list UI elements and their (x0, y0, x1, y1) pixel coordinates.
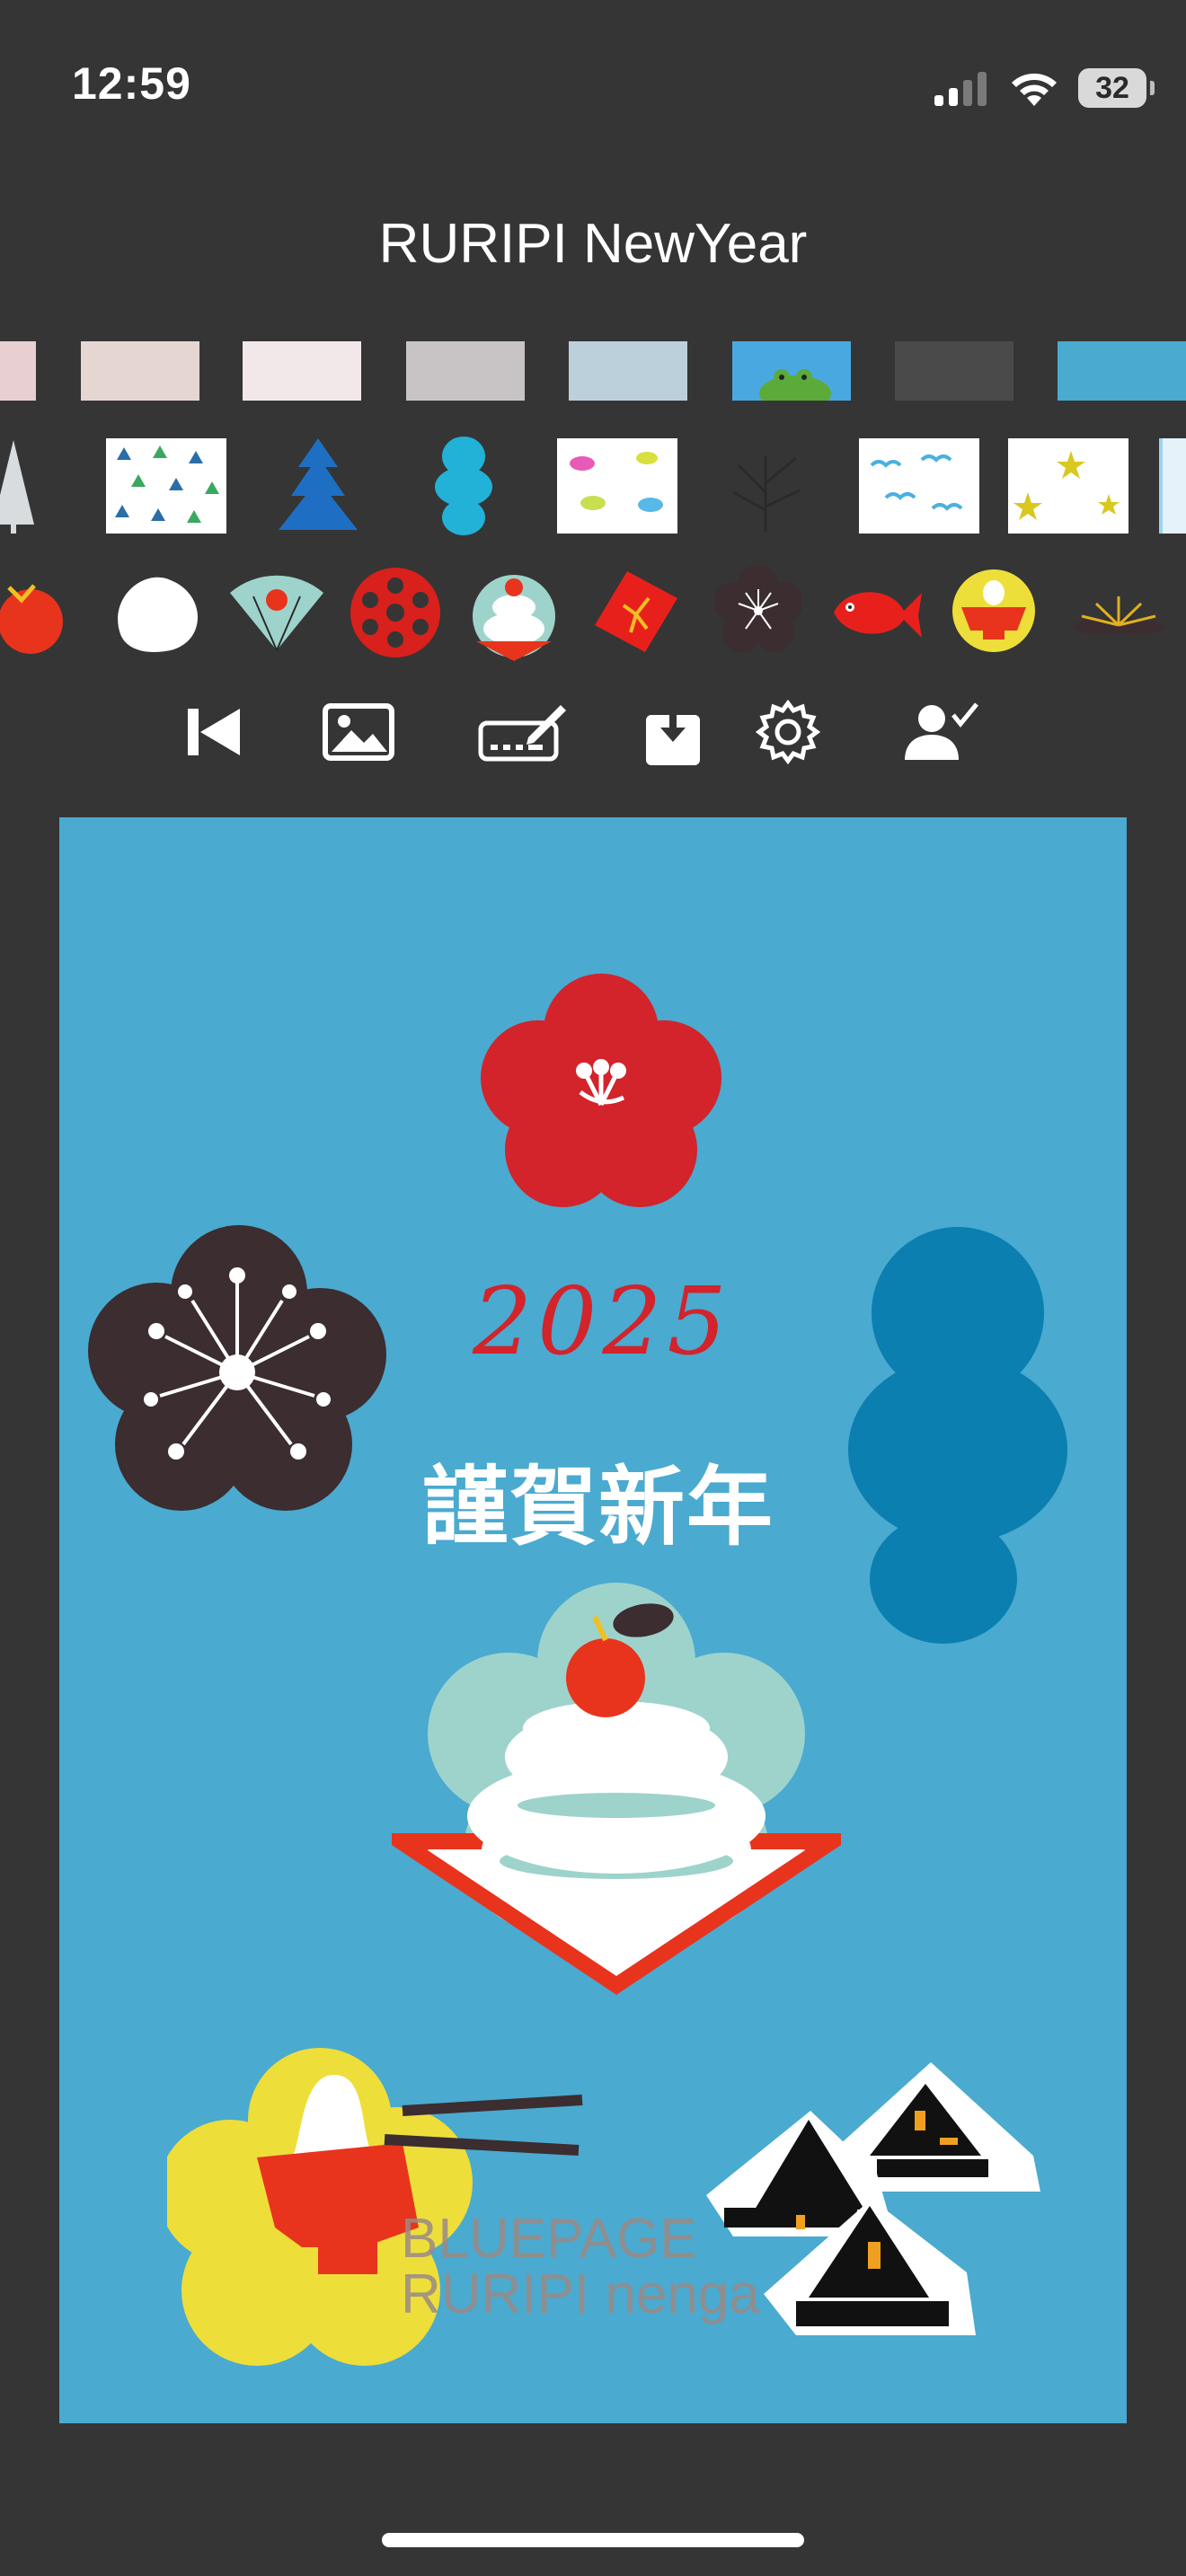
wifi-icon (1012, 73, 1057, 106)
new-year-card-canvas[interactable]: 2025 謹賀新年 BLUEPAGE RURIPI nenga (59, 817, 1127, 2423)
toolbar (0, 692, 1186, 772)
tai-fish-stamp[interactable] (828, 580, 924, 643)
watermark-text: BLUEPAGE RURIPI nenga (401, 2211, 760, 2323)
swatch-grey[interactable] (406, 341, 525, 401)
status-icons: 32 (933, 61, 1155, 115)
home-indicator[interactable] (382, 2533, 804, 2547)
firework-stamp[interactable] (1069, 589, 1168, 634)
skip-back-icon (188, 709, 240, 755)
download-button[interactable] (633, 692, 713, 772)
tree-pattern[interactable] (0, 435, 54, 535)
gourd-stamp[interactable] (0, 562, 72, 661)
swatch-beige[interactable] (81, 341, 199, 401)
watermark-line2: RURIPI nenga (401, 2263, 760, 2325)
swatch-pink-light[interactable] (0, 341, 36, 401)
cyan-gourd-pattern[interactable] (431, 435, 496, 535)
signal-icon (934, 72, 987, 106)
user-check-button[interactable] (897, 692, 987, 772)
keyboard-pen-icon (478, 705, 566, 762)
stamp-row (0, 562, 1186, 661)
snow-houses-illustration[interactable] (706, 2048, 1127, 2407)
image-icon (323, 703, 394, 761)
lotus-stamp[interactable] (347, 564, 444, 661)
settings-button[interactable] (748, 692, 828, 772)
swatch-white-pink[interactable] (243, 341, 361, 401)
swatch-dark-grey[interactable] (895, 341, 1013, 401)
status-time: 12:59 (72, 58, 191, 109)
download-icon (646, 701, 700, 765)
kagami-mochi-stamp[interactable] (469, 562, 559, 661)
red-plum-flower-illustration[interactable] (480, 970, 722, 1213)
plum-flower-stamp[interactable] (715, 566, 801, 652)
fish-pattern[interactable] (557, 438, 677, 534)
fan-stamp[interactable] (226, 569, 327, 656)
app-title: RURIPI NewYear (378, 213, 808, 275)
watermark-line1: BLUEPAGE (401, 2208, 697, 2270)
user-check-icon (905, 702, 978, 760)
star-pattern[interactable] (1008, 438, 1128, 534)
blue-tree-pattern[interactable] (268, 435, 368, 535)
swatch-light-blue[interactable] (569, 341, 687, 401)
dark-plum-flower-illustration[interactable] (84, 1220, 390, 1516)
envelope-stamp[interactable] (591, 566, 681, 656)
skip-back-button[interactable] (173, 692, 253, 772)
battery-icon: 32 (1078, 68, 1155, 108)
frog-icon (759, 369, 831, 401)
triangle-pattern[interactable] (106, 438, 226, 534)
background-swatch-row (0, 341, 1186, 404)
keyboard-pen-button[interactable] (478, 692, 568, 772)
image-button[interactable] (318, 692, 399, 772)
gear-icon (756, 700, 820, 764)
year-text[interactable]: 2025 (473, 1266, 922, 1376)
kagami-mochi-illustration[interactable] (392, 1581, 841, 2012)
bird-pattern[interactable] (859, 438, 979, 534)
swatch-blue[interactable] (1058, 341, 1186, 401)
ozoni-stamp[interactable] (949, 566, 1039, 656)
blue-edge-pattern[interactable] (1159, 438, 1186, 534)
mochi-stamp[interactable] (108, 571, 207, 654)
greeting-text[interactable]: 謹賀新年 (422, 1437, 774, 1562)
branch-pattern[interactable] (715, 438, 816, 534)
pattern-swatch-row (0, 435, 1186, 539)
battery-level: 32 (1095, 70, 1129, 105)
swatch-sky-frog[interactable] (732, 341, 851, 401)
